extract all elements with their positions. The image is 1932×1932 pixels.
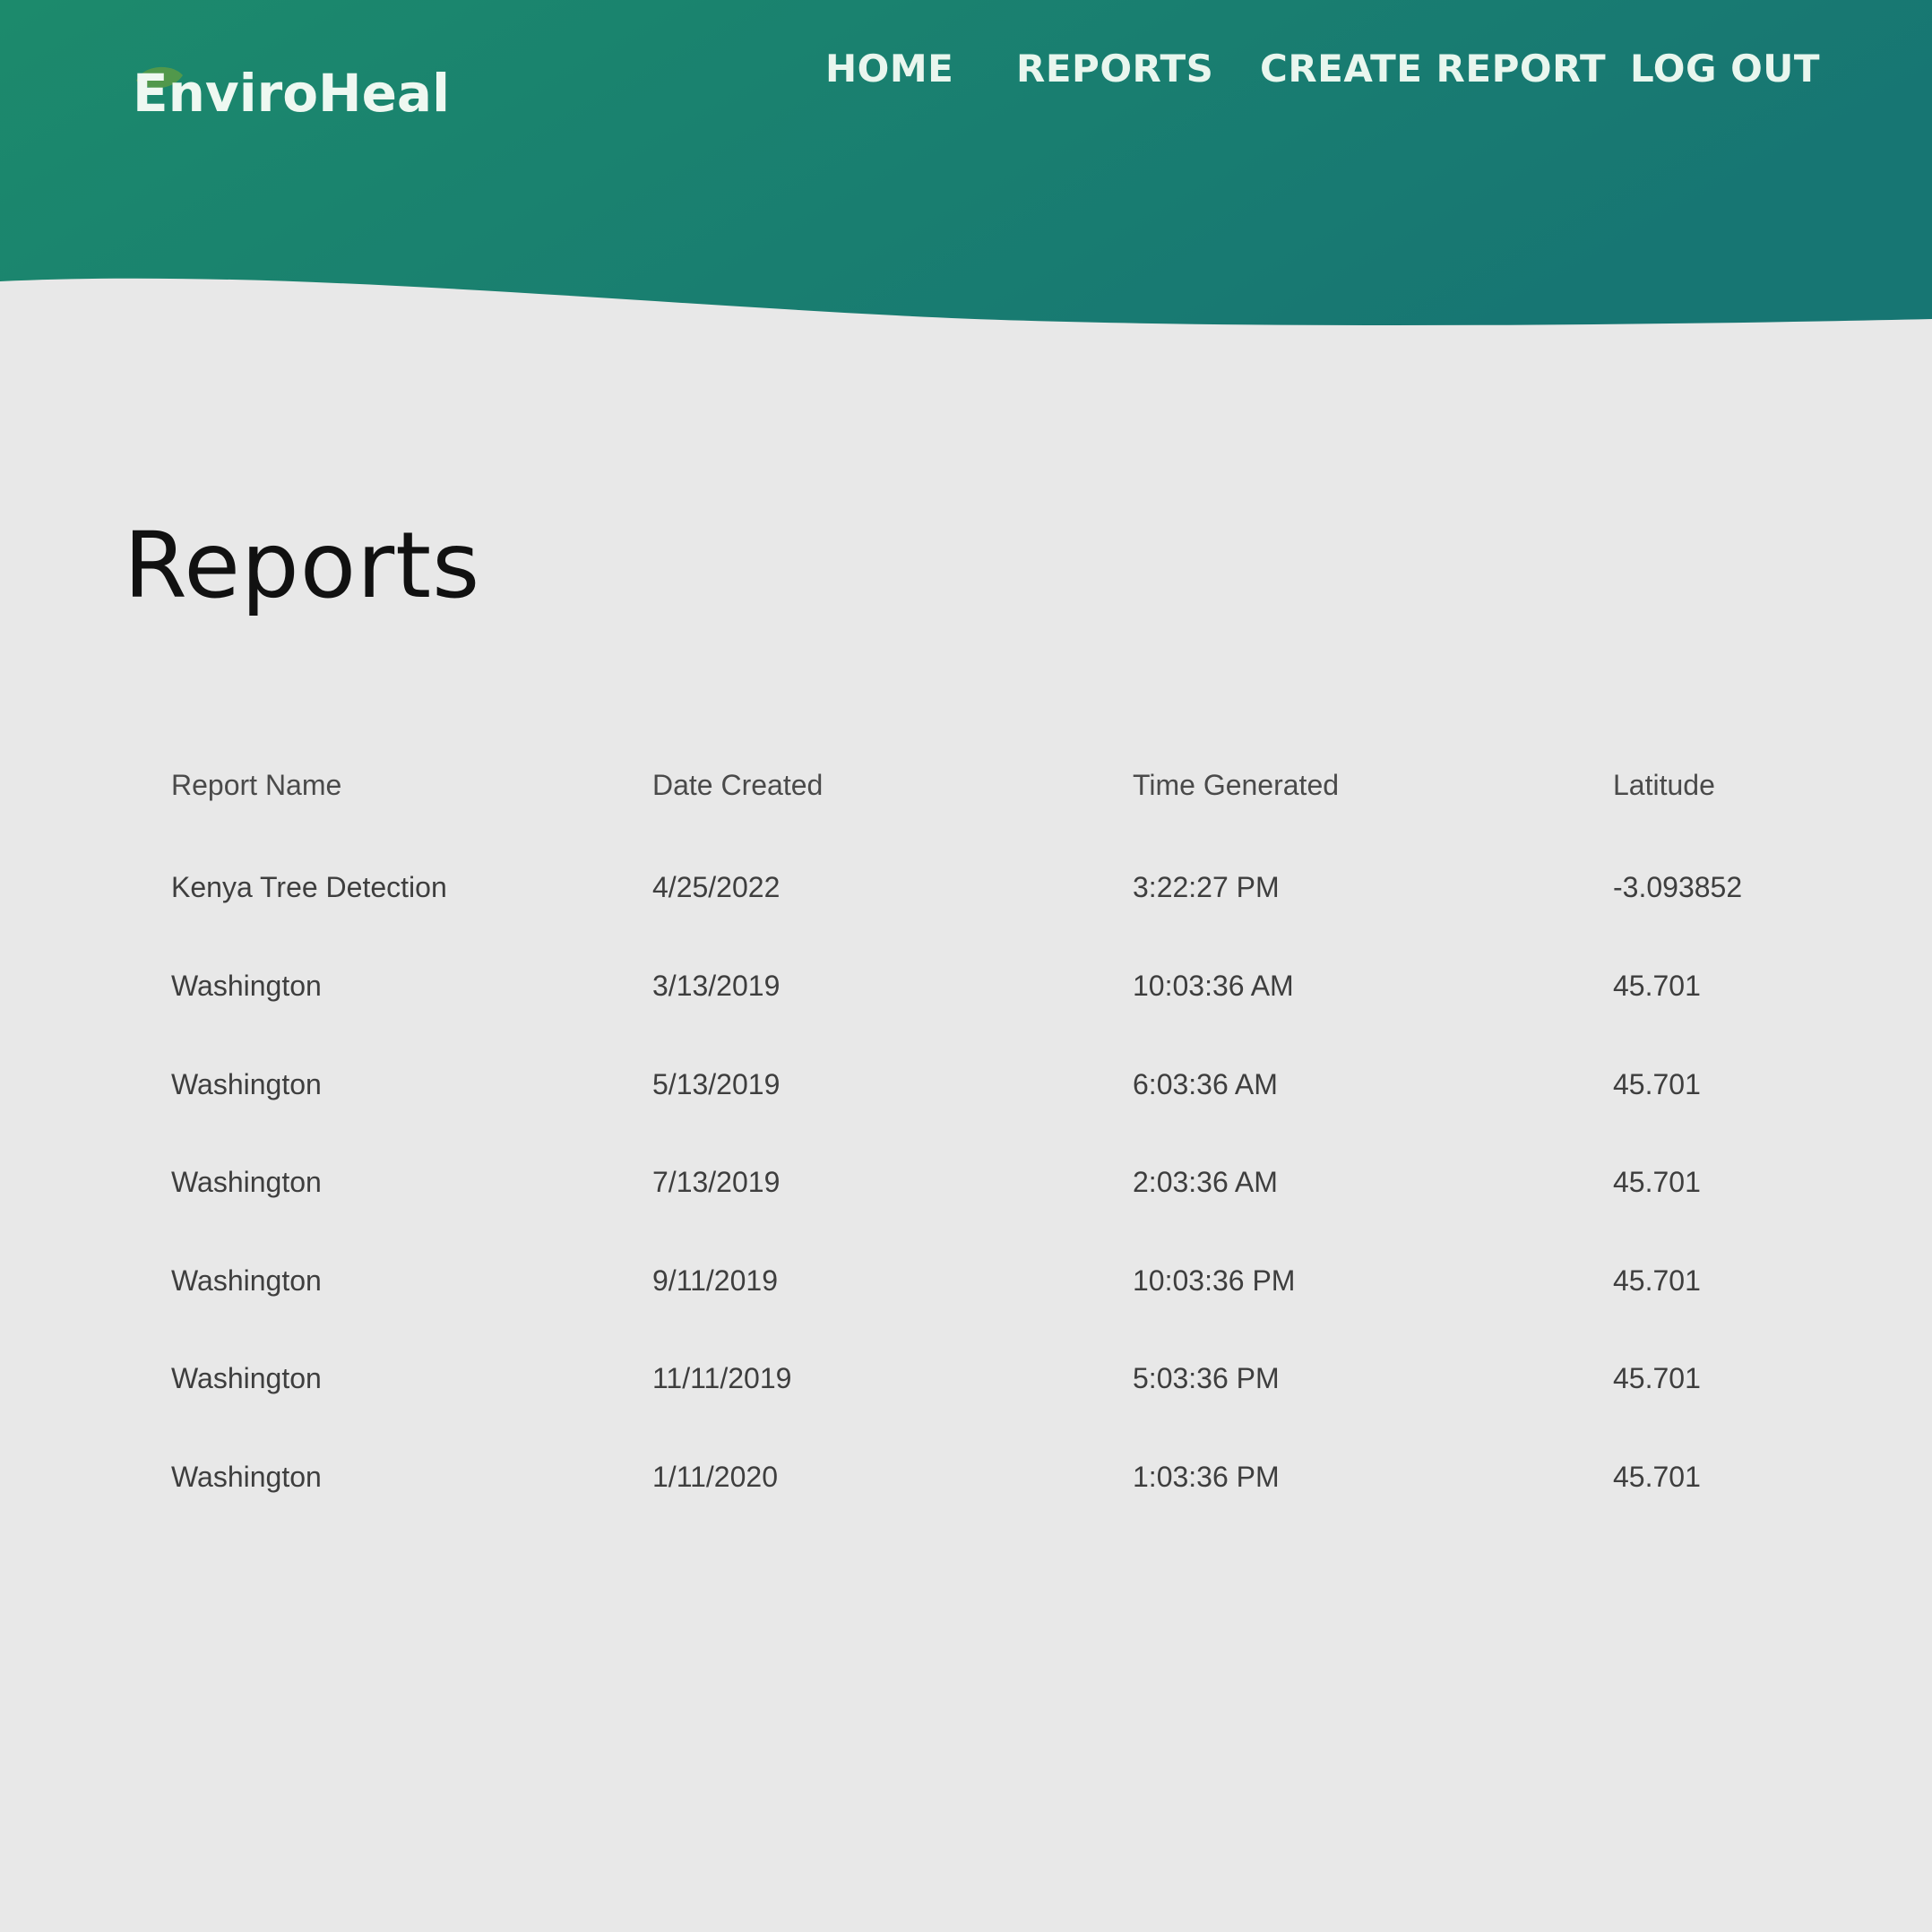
cell-report-name[interactable]: Washington bbox=[171, 1362, 322, 1395]
cell-report-name[interactable]: Washington bbox=[171, 1461, 322, 1494]
column-header-latitude: Latitude bbox=[1613, 769, 1715, 801]
main-nav: HOME REPORTS CREATE REPORT LOG OUT bbox=[0, 47, 1932, 100]
cell-report-name[interactable]: Washington bbox=[171, 1068, 322, 1101]
column-header-date-created: Date Created bbox=[652, 769, 824, 801]
cell-date-created: 9/11/2019 bbox=[652, 1264, 778, 1297]
nav-item-log-out[interactable]: LOG OUT bbox=[1630, 47, 1820, 91]
cell-latitude: 45.701 bbox=[1613, 970, 1701, 1002]
cell-time-generated: 6:03:36 AM bbox=[1133, 1068, 1278, 1100]
cell-report-name[interactable]: Kenya Tree Detection bbox=[171, 871, 447, 904]
cell-date-created: 11/11/2019 bbox=[652, 1362, 792, 1394]
header-banner: EnviroHeal HOME REPORTS CREATE REPORT LO… bbox=[0, 0, 1932, 341]
cell-time-generated: 10:03:36 PM bbox=[1133, 1264, 1296, 1297]
nav-item-reports[interactable]: REPORTS bbox=[1016, 47, 1213, 91]
cell-time-generated: 2:03:36 AM bbox=[1133, 1166, 1278, 1198]
cell-time-generated: 5:03:36 PM bbox=[1133, 1362, 1280, 1394]
column-header-report-name: Report Name bbox=[171, 769, 342, 801]
cell-time-generated: 10:03:36 AM bbox=[1133, 970, 1294, 1002]
cell-latitude: 45.701 bbox=[1613, 1068, 1701, 1100]
cell-report-name[interactable]: Washington bbox=[171, 1166, 322, 1199]
cell-latitude: 45.701 bbox=[1613, 1362, 1701, 1394]
page-title: Reports bbox=[124, 513, 481, 619]
cell-date-created: 4/25/2022 bbox=[652, 871, 781, 903]
cell-date-created: 1/11/2020 bbox=[652, 1461, 778, 1493]
nav-item-home[interactable]: HOME bbox=[825, 47, 953, 91]
cell-latitude: 45.701 bbox=[1613, 1461, 1701, 1493]
cell-latitude: 45.701 bbox=[1613, 1264, 1701, 1297]
page: EnviroHeal HOME REPORTS CREATE REPORT LO… bbox=[0, 0, 1932, 1932]
cell-latitude: -3.093852 bbox=[1613, 871, 1743, 903]
cell-time-generated: 3:22:27 PM bbox=[1133, 871, 1280, 903]
cell-date-created: 3/13/2019 bbox=[652, 970, 781, 1002]
cell-date-created: 7/13/2019 bbox=[652, 1166, 781, 1198]
cell-report-name[interactable]: Washington bbox=[171, 1264, 322, 1298]
cell-date-created: 5/13/2019 bbox=[652, 1068, 781, 1100]
cell-latitude: 45.701 bbox=[1613, 1166, 1701, 1198]
cell-report-name[interactable]: Washington bbox=[171, 970, 322, 1003]
column-header-time-generated: Time Generated bbox=[1133, 769, 1340, 801]
cell-time-generated: 1:03:36 PM bbox=[1133, 1461, 1280, 1493]
nav-item-create-report[interactable]: CREATE REPORT bbox=[1260, 47, 1606, 91]
